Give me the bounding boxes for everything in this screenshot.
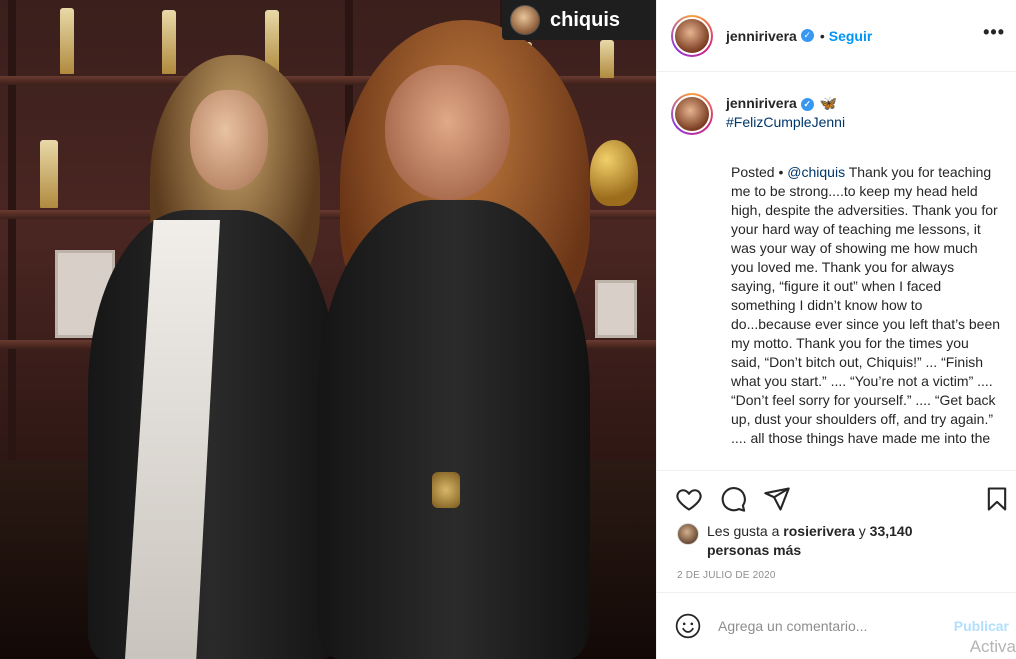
profile-avatar[interactable] <box>671 14 713 57</box>
person-right-body <box>318 200 590 659</box>
trophy <box>162 10 176 74</box>
butterfly-emoji: 🦋 <box>819 95 838 111</box>
likes-summary: Les gusta a rosierivera y 33,140 persona… <box>677 522 937 560</box>
badge-avatar <box>510 5 540 35</box>
comment-icon[interactable] <box>719 485 747 513</box>
comment-bar: Publicar <box>657 592 1016 659</box>
person-right-face <box>385 65 510 200</box>
header-username[interactable]: jennirivera <box>726 28 797 44</box>
liker-avatar[interactable] <box>677 523 699 545</box>
caption-area[interactable]: jennirivera ✓ 🦋 #FelizCumpleJenni Posted •… <box>657 73 1016 470</box>
more-options-icon[interactable]: ••• <box>983 22 1005 43</box>
post-photo[interactable]: chiquis <box>0 0 656 659</box>
post-date[interactable]: 2 DE JULIO DE 2020 <box>677 570 776 581</box>
trophy <box>590 140 638 206</box>
caption-user-line: jennirivera ✓ 🦋 <box>726 93 845 113</box>
likes-text: Les gusta a rosierivera y 33,140 persona… <box>707 522 937 560</box>
caption-mention[interactable]: @chiquis <box>787 164 845 180</box>
caption-avatar[interactable] <box>671 93 713 135</box>
repost-badge: chiquis <box>502 0 656 40</box>
trophy <box>60 8 74 74</box>
action-bar <box>657 470 1016 528</box>
caption-hashtag[interactable]: #FelizCumpleJenni <box>726 113 845 131</box>
likes-middle: y <box>854 523 870 539</box>
trophy <box>40 140 58 208</box>
verified-icon: ✓ <box>800 97 814 111</box>
caption-header: jennirivera ✓ 🦋 #FelizCumpleJenni <box>671 93 1001 135</box>
bookmark-icon[interactable] <box>983 485 1011 513</box>
badge-username: chiquis <box>550 8 621 31</box>
caption-prefix: Posted • <box>731 164 788 180</box>
publish-button[interactable]: Publicar <box>954 618 1009 634</box>
verified-icon: ✓ <box>800 29 814 42</box>
liker-username[interactable]: rosierivera <box>783 523 855 539</box>
caption-username[interactable]: jennirivera <box>726 95 797 111</box>
post-sidebar: jennirivera ✓ • Seguir ••• jennirivera ✓ 🦋… <box>656 0 1016 659</box>
post-header: jennirivera ✓ • Seguir ••• <box>657 0 1016 72</box>
picture-frame <box>595 280 637 338</box>
heart-icon[interactable] <box>675 485 703 513</box>
share-icon[interactable] <box>763 485 791 513</box>
caption-text: Posted • @chiquis Thank you for teaching… <box>731 163 1001 448</box>
likes-prefix: Les gusta a <box>707 523 784 539</box>
caption-meta: jennirivera ✓ 🦋 #FelizCumpleJenni <box>726 93 845 135</box>
avatar-image <box>673 16 711 55</box>
wristwatch <box>432 472 460 508</box>
trophy <box>600 40 614 78</box>
emoji-icon[interactable] <box>675 613 701 639</box>
caption-body: Thank you for teaching me to be strong..… <box>731 164 1004 446</box>
comment-input[interactable] <box>718 618 928 634</box>
person-left-face <box>190 90 268 190</box>
activation-watermark: Activa <box>969 637 1016 656</box>
follow-button[interactable]: Seguir <box>829 28 873 44</box>
separator-dot: • <box>819 27 825 44</box>
